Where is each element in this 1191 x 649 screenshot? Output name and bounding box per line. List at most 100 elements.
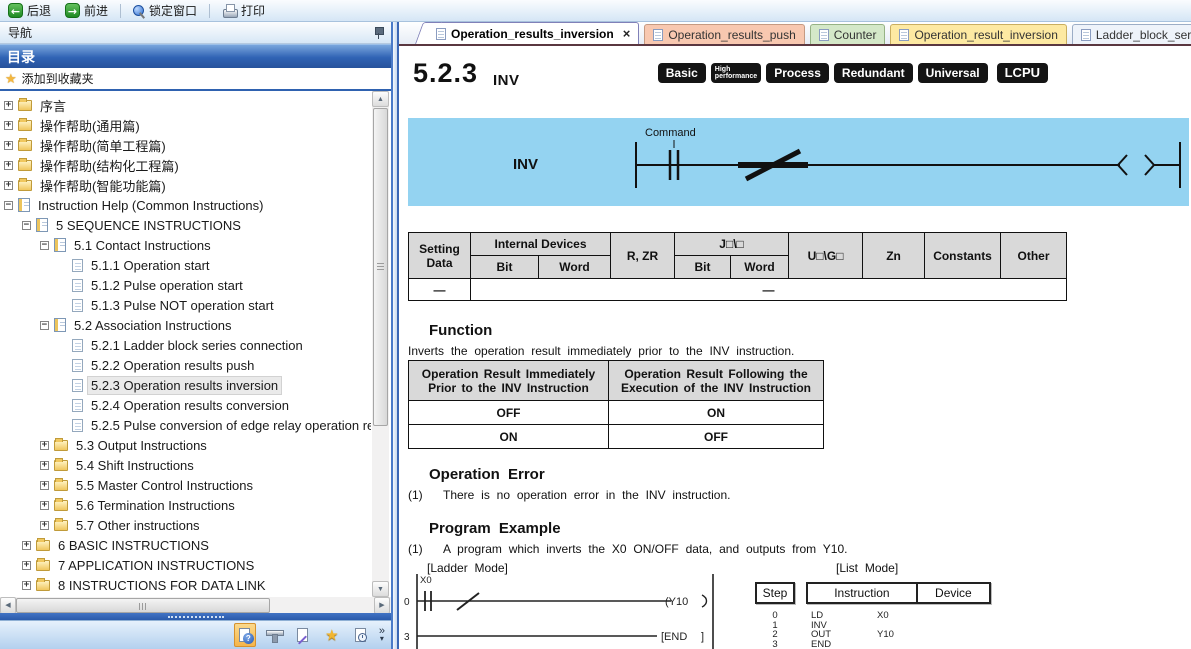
lock-window-label: 锁定窗口: [149, 2, 197, 19]
tree-item[interactable]: +5.4 Shift Instructions: [0, 455, 371, 475]
expander-minus-icon[interactable]: −: [4, 201, 13, 210]
print-button[interactable]: 打印: [218, 1, 269, 20]
tab-ladder-block-series[interactable]: Ladder_block_series: [1072, 24, 1191, 44]
scroll-down-button[interactable]: ▼: [372, 581, 389, 597]
tree-item[interactable]: +5.5 Master Control Instructions: [0, 475, 371, 495]
expander-plus-icon[interactable]: +: [4, 161, 13, 170]
instruction-format-diagram: INV Command: [408, 118, 1189, 206]
expander-minus-icon[interactable]: −: [40, 241, 49, 250]
tab-operation-result-inversion[interactable]: Operation_result_inversion: [890, 24, 1066, 44]
forward-button[interactable]: → 前进: [61, 1, 112, 20]
expander-minus-icon[interactable]: −: [22, 221, 31, 230]
tree-item-label: 5.5 Master Control Instructions: [73, 477, 256, 494]
expander-plus-icon[interactable]: +: [40, 441, 49, 450]
device-value: [877, 640, 957, 649]
tab-counter[interactable]: Counter: [810, 24, 886, 44]
tree-item[interactable]: +5.6 Termination Instructions: [0, 495, 371, 515]
expander-plus-icon[interactable]: +: [22, 581, 31, 590]
expander-plus-icon[interactable]: +: [22, 541, 31, 550]
scroll-right-button[interactable]: ▶: [374, 597, 390, 614]
tree-item[interactable]: 5.2.1 Ladder block series connection: [0, 335, 371, 355]
pane-divider[interactable]: [391, 22, 399, 649]
help-question-icon: ?: [243, 633, 254, 644]
expander-minus-icon[interactable]: −: [40, 321, 49, 330]
tree-item[interactable]: 5.2.4 Operation results conversion: [0, 395, 371, 415]
vertical-scroll-thumb[interactable]: [373, 108, 388, 426]
index-tab-button[interactable]: [263, 623, 285, 647]
tree-item-label: 8 INSTRUCTIONS FOR DATA LINK: [55, 577, 269, 594]
page-title: INV: [493, 72, 520, 89]
tree-item[interactable]: +序言: [0, 95, 371, 115]
expander-plus-icon[interactable]: +: [40, 461, 49, 470]
tree-item[interactable]: +7 APPLICATION INSTRUCTIONS: [0, 555, 371, 575]
tree-item[interactable]: −5.2 Association Instructions: [0, 315, 371, 335]
add-to-favorites-button[interactable]: ★ 添加到收藏夹: [0, 68, 391, 91]
section-number: 5.2.3: [413, 58, 478, 89]
lock-window-button[interactable]: 锁定窗口: [129, 1, 201, 20]
diagram-inv-label: INV: [513, 156, 538, 173]
auto-hide-pin-icon[interactable]: [374, 26, 383, 39]
horizontal-scroll-thumb[interactable]: [16, 598, 270, 613]
tree-item[interactable]: +8 INSTRUCTIONS FOR DATA LINK: [0, 575, 371, 595]
col-bit: Bit: [471, 256, 539, 279]
tree-item[interactable]: +5.3 Output Instructions: [0, 435, 371, 455]
expander-plus-icon[interactable]: +: [4, 141, 13, 150]
tree-item[interactable]: 5.1.2 Pulse operation start: [0, 275, 371, 295]
expander-plus-icon[interactable]: +: [40, 501, 49, 510]
function-heading: Function: [429, 322, 492, 339]
tree-item[interactable]: +6 BASIC INSTRUCTIONS: [0, 535, 371, 555]
list-instruction-header: Instruction: [808, 584, 918, 602]
folder-icon: [18, 100, 32, 111]
folder-icon: [36, 560, 50, 571]
tree-item-label: 操作帮助(智能功能篇): [37, 175, 169, 196]
expander-plus-icon[interactable]: +: [4, 181, 13, 190]
close-icon[interactable]: ×: [623, 26, 631, 41]
tree-item[interactable]: +5.7 Other instructions: [0, 515, 371, 535]
page-icon: [72, 339, 83, 352]
scroll-left-button[interactable]: ◀: [0, 597, 16, 614]
tree-item-selected[interactable]: 5.2.3 Operation results inversion: [0, 375, 371, 395]
tree-item[interactable]: −Instruction Help (Common Instructions): [0, 195, 371, 215]
list-step-header: Step: [755, 582, 795, 604]
cpu-badges: Basic Highperformance Process Redundant …: [658, 63, 1048, 83]
expander-plus-icon[interactable]: +: [40, 521, 49, 530]
tree-item[interactable]: +操作帮助(通用篇): [0, 115, 371, 135]
expander-plus-icon[interactable]: +: [22, 561, 31, 570]
badge-line1: High: [715, 66, 731, 73]
tree-item[interactable]: 5.1.1 Operation start: [0, 255, 371, 275]
contents-tab-button[interactable]: ?: [234, 623, 256, 647]
tree-item[interactable]: +操作帮助(简单工程篇): [0, 135, 371, 155]
tree-item[interactable]: +操作帮助(结构化工程篇): [0, 155, 371, 175]
expander-plus-icon[interactable]: +: [4, 121, 13, 130]
tab-operation-results-push[interactable]: Operation_results_push: [644, 24, 804, 44]
contents-tree: +序言 +操作帮助(通用篇) +操作帮助(简单工程篇) +操作帮助(结构化工程篇…: [0, 91, 371, 597]
expander-plus-icon[interactable]: +: [4, 101, 13, 110]
tab-operation-results-inversion[interactable]: Operation_results_inversion ×: [427, 22, 639, 44]
top-toolbar: ← 后退 → 前进 锁定窗口 打印: [0, 0, 1191, 22]
history-page-icon: [355, 628, 366, 642]
tree-horizontal-scrollbar[interactable]: ◀ ▶: [0, 597, 391, 614]
folder-icon: [54, 480, 68, 491]
operation-error-heading: Operation Error: [429, 466, 545, 483]
tree-item[interactable]: + 操作帮助(智能功能篇): [0, 175, 371, 195]
col-other: Other: [1001, 233, 1067, 279]
tree-item[interactable]: 5.2.2 Operation results push: [0, 355, 371, 375]
search-tab-button[interactable]: [292, 623, 314, 647]
tree-item-label: 5.1.3 Pulse NOT operation start: [88, 297, 277, 314]
tree-item[interactable]: −5 SEQUENCE INSTRUCTIONS: [0, 215, 371, 235]
favorites-tab-button[interactable]: ★: [321, 623, 343, 647]
forward-label: 前进: [84, 2, 108, 19]
scroll-up-button[interactable]: ▲: [372, 91, 389, 107]
history-tab-button[interactable]: [350, 623, 372, 647]
printer-icon: [222, 4, 237, 17]
device-value: Y10: [877, 630, 957, 640]
horizontal-splitter[interactable]: [0, 613, 391, 620]
tree-vertical-scrollbar[interactable]: ▲ ▼: [372, 91, 389, 597]
tree-item[interactable]: 5.2.5 Pulse conversion of edge relay ope…: [0, 415, 371, 435]
toolbar-overflow-button[interactable]: » ▾: [379, 627, 385, 643]
tree-item[interactable]: −5.1 Contact Instructions: [0, 235, 371, 255]
tree-item[interactable]: 5.1.3 Pulse NOT operation start: [0, 295, 371, 315]
badge-universal: Universal: [918, 63, 988, 83]
expander-plus-icon[interactable]: +: [40, 481, 49, 490]
back-button[interactable]: ← 后退: [4, 1, 55, 20]
